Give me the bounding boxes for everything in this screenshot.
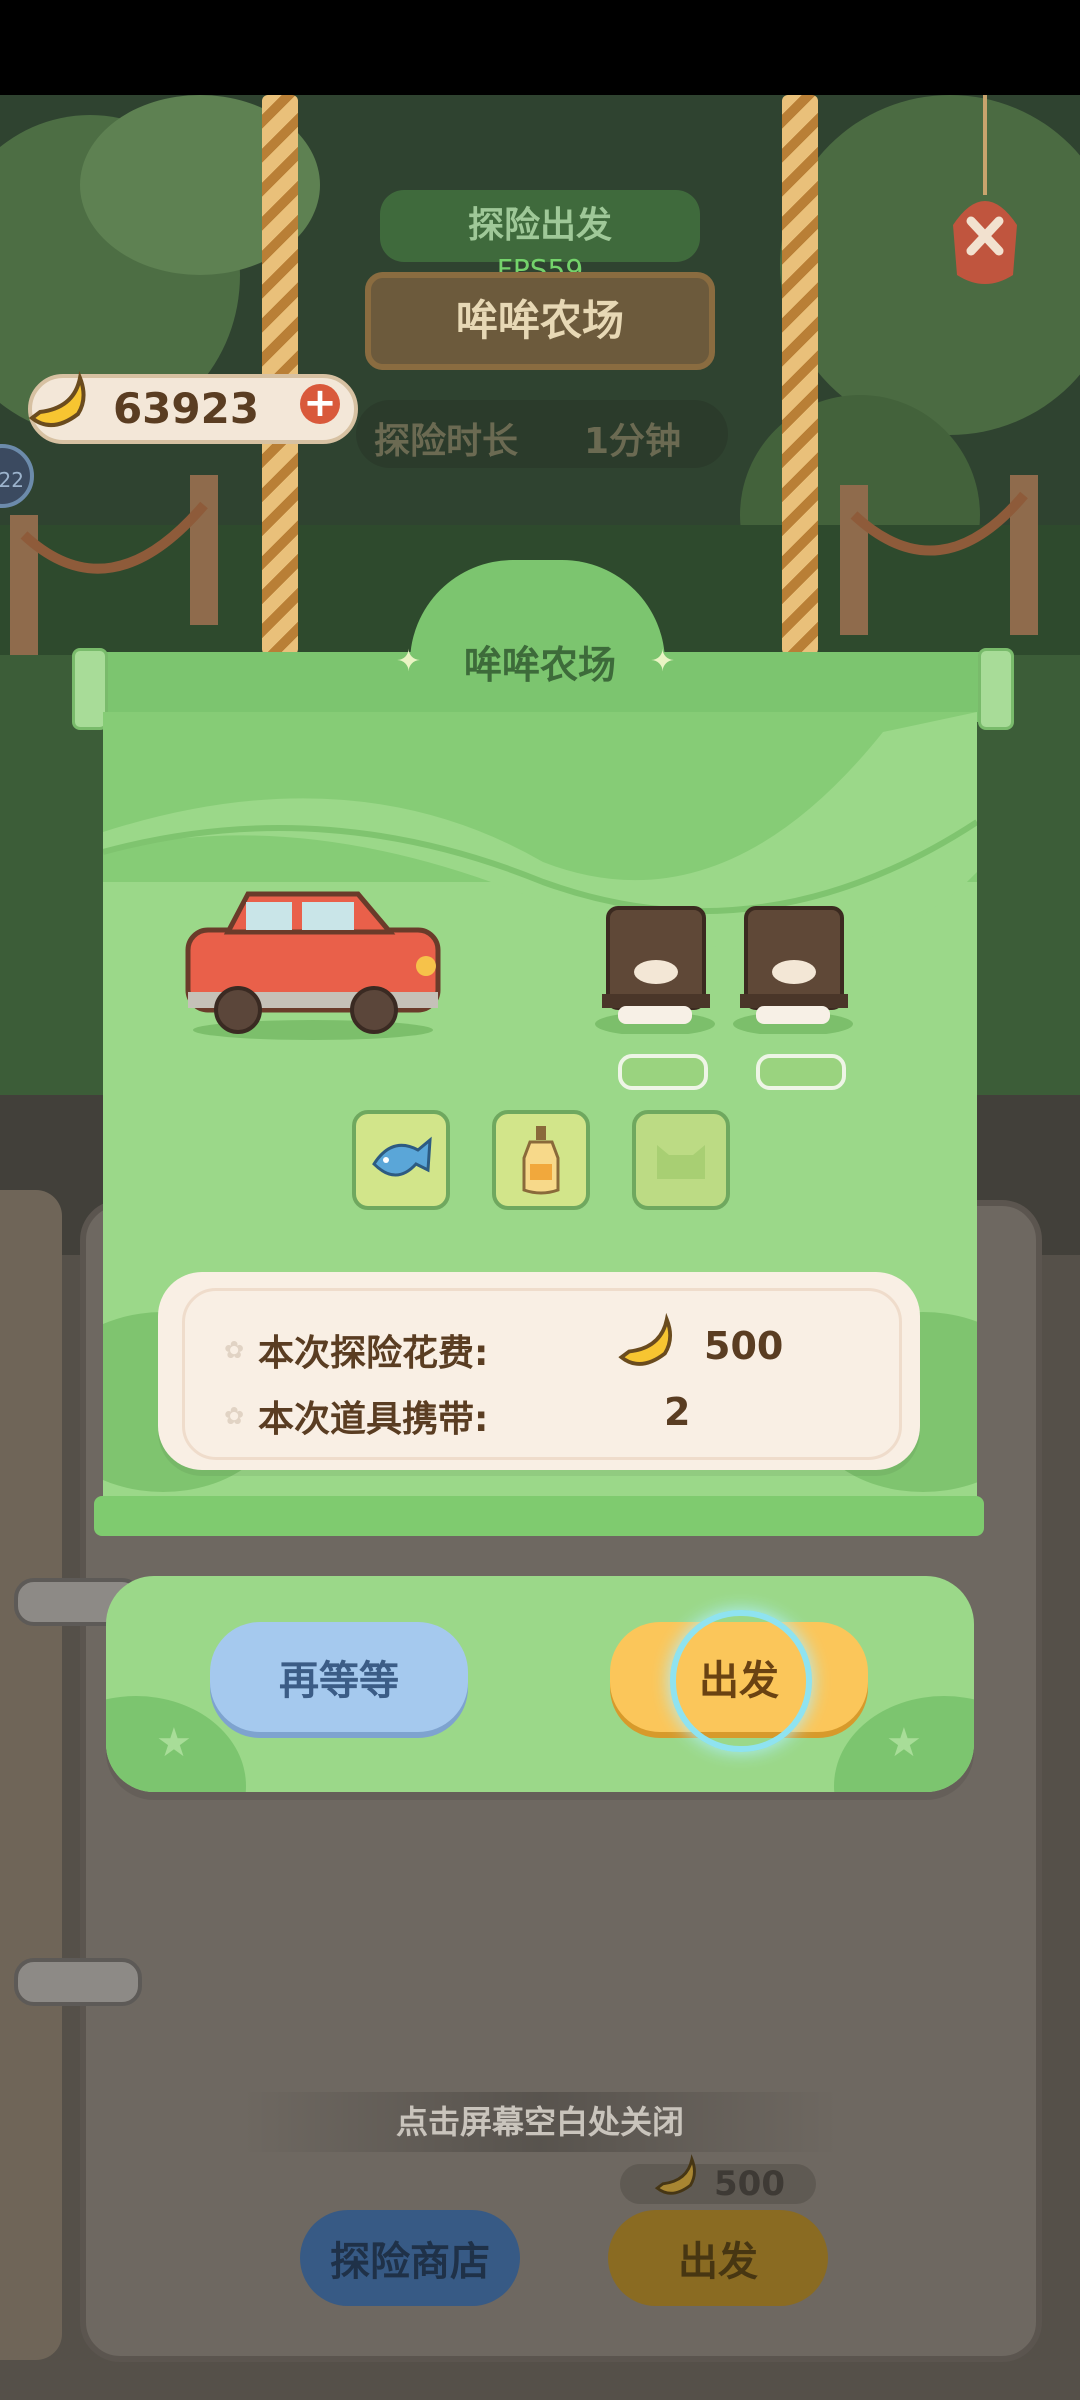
cat-box-icon <box>595 906 715 1034</box>
svg-text:★: ★ <box>156 1720 192 1766</box>
rope-right <box>782 95 818 655</box>
cost-label: 本次探险花费: <box>258 1333 489 1374</box>
farm-sign: 哞哞农场 <box>365 272 715 370</box>
bullet-icon: ✿ <box>224 1336 245 1364</box>
cat-placeholder-icon <box>657 1145 705 1179</box>
duration-label: 探险时长 <box>374 421 519 462</box>
item-slot-1[interactable] <box>352 1110 450 1210</box>
items-value: 2 <box>664 1390 691 1434</box>
footer-cost: 500 <box>620 2154 816 2204</box>
sparkle-icon: ✦ <box>650 644 676 679</box>
sign-title: 探险出发 <box>467 205 612 246</box>
car-icon <box>185 891 441 1040</box>
tap-highlight-ring <box>670 1610 812 1752</box>
banana-icon <box>654 2154 696 2195</box>
banana-count: 63923 <box>112 384 260 433</box>
cat-box-icon <box>733 906 853 1034</box>
footer-go-button[interactable]: 出发 <box>608 2210 828 2306</box>
notebook-ring <box>14 1958 142 2006</box>
cost-value: 500 <box>704 1324 784 1368</box>
close-hint: 点击屏幕空白处关闭 <box>240 2092 840 2152</box>
svg-text:★: ★ <box>886 1720 922 1766</box>
add-banana-button[interactable]: + <box>300 383 340 424</box>
shop-button[interactable]: 探险商店 <box>300 2210 520 2306</box>
modal-title: 哞哞农场 <box>463 643 616 687</box>
footer-cost-value: 500 <box>714 2164 785 2204</box>
game-screen: 探险出发 FPS59 哞哞农场 63923 + 探险时长 1分钟 22 点击屏幕… <box>0 0 1080 2400</box>
scroll-cap-right <box>978 648 1014 730</box>
duration-pill: 探险时长 1分钟 <box>356 400 728 468</box>
wait-button[interactable]: 再等等 <box>210 1622 468 1732</box>
fish-item-icon <box>372 1136 432 1177</box>
close-ornament-icon[interactable] <box>935 95 1035 295</box>
duration-value: 1分钟 <box>584 421 682 462</box>
item-slot-2[interactable] <box>492 1110 590 1210</box>
bottle-item-icon <box>522 1126 560 1195</box>
banana-icon <box>28 371 86 427</box>
banana-icon <box>618 1312 672 1366</box>
items-label: 本次道具携带: <box>258 1399 489 1440</box>
cat-nameplate <box>756 1054 846 1090</box>
sparkle-icon: ✦ <box>396 644 422 679</box>
bullet-icon: ✿ <box>224 1402 245 1430</box>
cat-nameplate <box>618 1054 708 1090</box>
farm-name: 哞哞农场 <box>455 296 624 345</box>
notebook-spine <box>0 1190 62 2360</box>
modal-bottom-bar <box>94 1496 984 1536</box>
item-slot-3-empty[interactable] <box>632 1110 730 1210</box>
